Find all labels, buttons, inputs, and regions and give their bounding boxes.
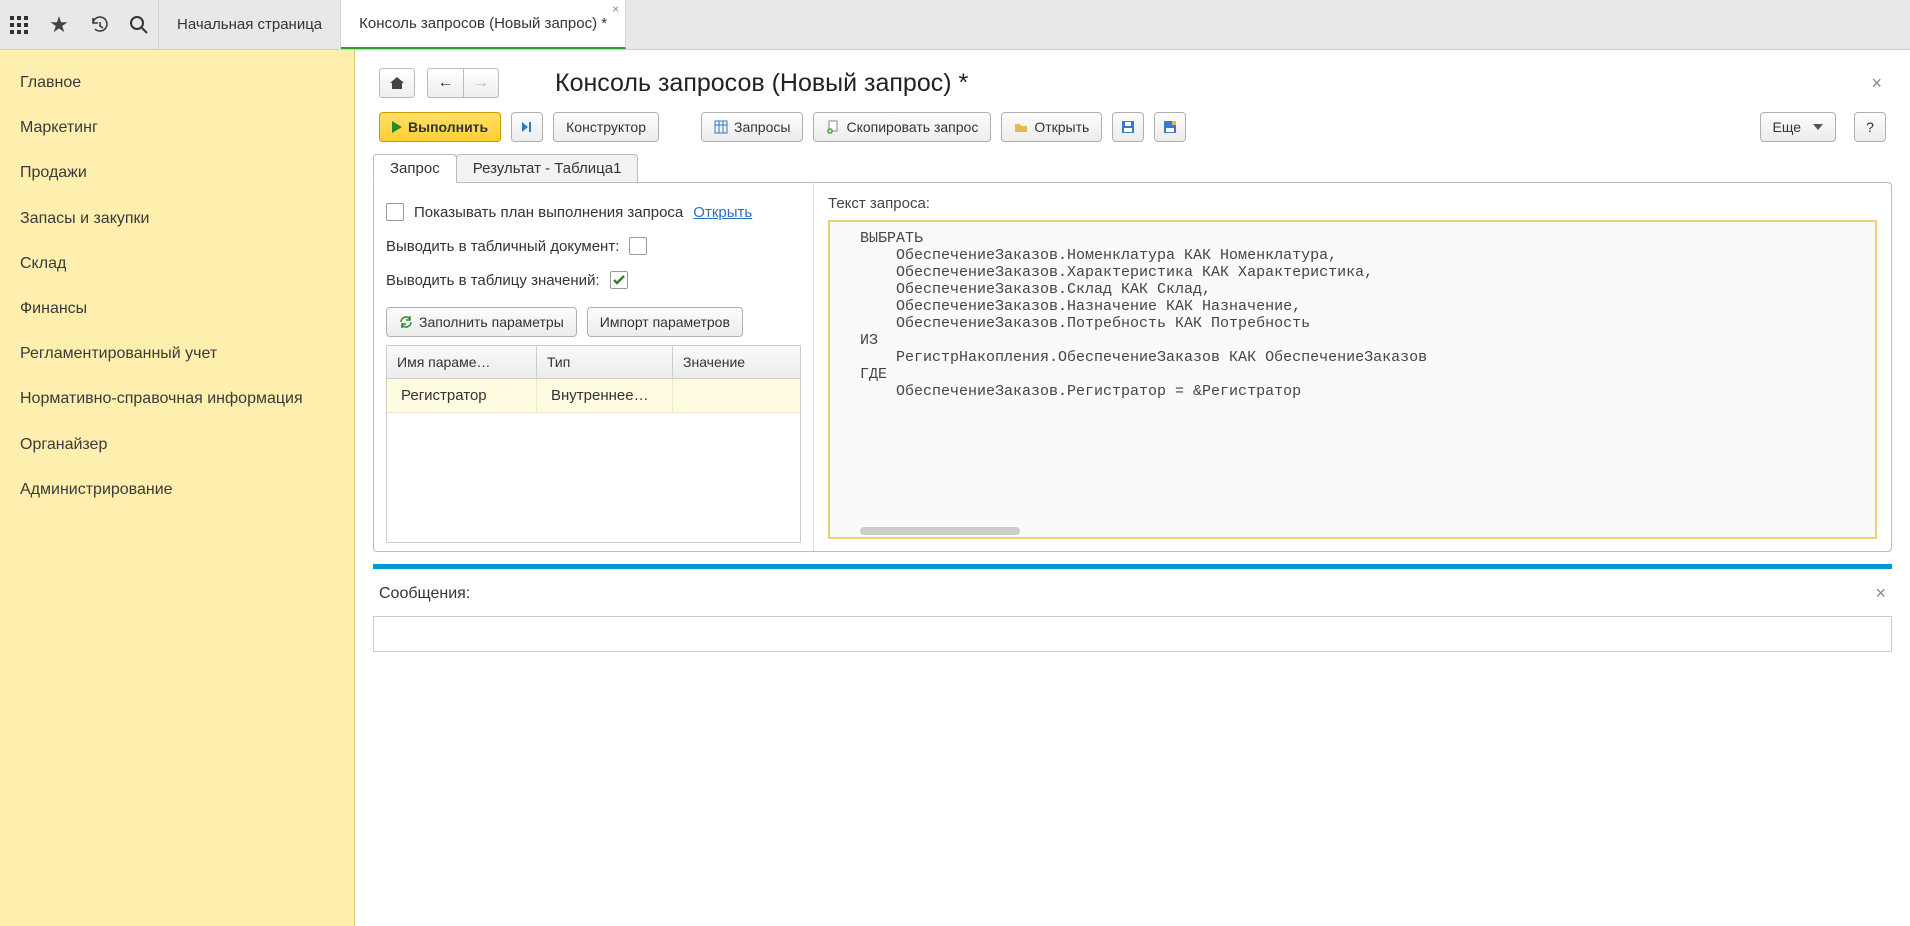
nav-group: ← → <box>427 68 499 98</box>
constructor-label: Конструктор <box>566 119 646 135</box>
page-close-icon[interactable]: × <box>1871 73 1886 94</box>
sidebar-item-purchasing[interactable]: Запасы и закупки <box>0 196 354 241</box>
sidebar: Главное Маркетинг Продажи Запасы и закуп… <box>0 50 355 926</box>
top-toolbar: ★ Начальная страница Консоль запросов (Н… <box>0 0 1910 50</box>
param-col-value[interactable]: Значение <box>673 346 800 378</box>
subtabs: Запрос Результат - Таблица1 <box>355 154 1910 183</box>
copy-query-label: Скопировать запрос <box>846 119 978 135</box>
chevron-down-icon <box>1813 124 1823 130</box>
help-button[interactable]: ? <box>1854 112 1886 142</box>
output-doc-checkbox[interactable] <box>629 237 647 255</box>
left-panel: Показывать план выполнения запроса Откры… <box>374 183 814 551</box>
sidebar-item-sales[interactable]: Продажи <box>0 150 354 195</box>
tab-label: Начальная страница <box>177 16 322 33</box>
param-col-name[interactable]: Имя параме… <box>387 346 537 378</box>
history-icon[interactable] <box>88 14 110 36</box>
sidebar-item-organizer[interactable]: Органайзер <box>0 422 354 467</box>
splitter[interactable] <box>373 564 1892 569</box>
subtab-result[interactable]: Результат - Таблица1 <box>456 154 639 183</box>
show-plan-row: Показывать план выполнения запроса Откры… <box>386 195 801 229</box>
tab-label: Консоль запросов (Новый запрос) * <box>359 15 607 32</box>
apps-icon[interactable] <box>8 14 30 36</box>
show-plan-label: Показывать план выполнения запроса <box>414 204 683 221</box>
table-icon <box>714 120 728 134</box>
output-table-label: Выводить в таблицу значений: <box>386 272 600 289</box>
messages-label: Сообщения: <box>379 585 470 603</box>
open-plan-link[interactable]: Открыть <box>693 204 752 221</box>
subtab-query[interactable]: Запрос <box>373 154 457 183</box>
more-label: Еще <box>1773 119 1802 135</box>
sidebar-item-admin[interactable]: Администрирование <box>0 467 354 512</box>
param-table: Имя параме… Тип Значение Регистратор Вну… <box>386 345 801 543</box>
diskette-icon <box>1121 120 1135 134</box>
main-area: ← → Консоль запросов (Новый запрос) * × … <box>355 50 1910 926</box>
param-table-body: Регистратор Внутреннее… <box>387 379 800 542</box>
execute-label: Выполнить <box>408 119 488 135</box>
header-row: ← → Консоль запросов (Новый запрос) * × <box>355 50 1910 108</box>
import-params-button[interactable]: Импорт параметров <box>587 307 743 337</box>
home-button[interactable] <box>379 68 415 98</box>
sidebar-item-main[interactable]: Главное <box>0 60 354 105</box>
open-label: Открыть <box>1034 119 1089 135</box>
param-name-cell[interactable]: Регистратор <box>387 379 537 412</box>
messages-close-icon[interactable]: × <box>1875 583 1886 604</box>
more-button[interactable]: Еще <box>1760 112 1837 142</box>
query-text-body: ВЫБРАТЬ ОбеспечениеЗаказов.Номенклатура … <box>860 230 1427 400</box>
show-plan-checkbox[interactable] <box>386 203 404 221</box>
table-row[interactable]: Регистратор Внутреннее… <box>387 379 800 413</box>
param-col-type[interactable]: Тип <box>537 346 673 378</box>
sidebar-item-reference[interactable]: Нормативно-справочная информация <box>0 376 354 421</box>
output-doc-label: Выводить в табличный документ: <box>386 238 619 255</box>
back-button[interactable]: ← <box>427 68 463 98</box>
right-panel: Текст запроса: ВЫБРАТЬ ОбеспечениеЗаказо… <box>814 183 1891 551</box>
sidebar-item-marketing[interactable]: Маркетинг <box>0 105 354 150</box>
queries-button[interactable]: Запросы <box>701 112 803 142</box>
play-icon <box>392 121 402 133</box>
copy-icon <box>826 120 840 134</box>
fill-params-button[interactable]: Заполнить параметры <box>386 307 577 337</box>
fill-params-label: Заполнить параметры <box>419 314 564 330</box>
sidebar-item-regulated[interactable]: Регламентированный учет <box>0 331 354 376</box>
sidebar-item-warehouse[interactable]: Склад <box>0 241 354 286</box>
action-toolbar: Выполнить Конструктор Запросы Скопироват… <box>355 108 1910 154</box>
tab-start-page[interactable]: Начальная страница <box>159 0 341 49</box>
h-scrollbar[interactable] <box>860 527 1020 535</box>
sidebar-item-finance[interactable]: Финансы <box>0 286 354 331</box>
queries-label: Запросы <box>734 119 790 135</box>
param-type-cell[interactable]: Внутреннее… <box>537 379 673 412</box>
folder-icon <box>1014 120 1028 134</box>
output-doc-row: Выводить в табличный документ: <box>386 229 801 263</box>
import-params-label: Импорт параметров <box>600 314 730 330</box>
open-button[interactable]: Открыть <box>1001 112 1102 142</box>
param-table-header: Имя параме… Тип Значение <box>387 346 800 379</box>
top-tabs: Начальная страница Консоль запросов (Нов… <box>159 0 626 49</box>
param-value-cell[interactable] <box>673 379 800 412</box>
diskette-alt-icon <box>1163 120 1177 134</box>
query-panel: Показывать план выполнения запроса Откры… <box>373 182 1892 552</box>
execute-button[interactable]: Выполнить <box>379 112 501 142</box>
save-button[interactable] <box>1112 112 1144 142</box>
copy-query-button[interactable]: Скопировать запрос <box>813 112 991 142</box>
refresh-icon <box>399 315 413 329</box>
page-title: Консоль запросов (Новый запрос) * <box>555 69 968 98</box>
top-icon-group: ★ <box>0 0 159 49</box>
query-text-label: Текст запроса: <box>828 195 1877 212</box>
search-icon[interactable] <box>128 14 150 36</box>
messages-header: Сообщения: × <box>355 577 1910 610</box>
forward-button[interactable]: → <box>463 68 499 98</box>
output-table-checkbox[interactable] <box>610 271 628 289</box>
help-label: ? <box>1866 119 1874 135</box>
star-icon[interactable]: ★ <box>48 14 70 36</box>
close-icon[interactable]: × <box>612 2 619 16</box>
tab-query-console[interactable]: Консоль запросов (Новый запрос) * × <box>341 0 626 49</box>
step-button[interactable] <box>511 112 543 142</box>
constructor-button[interactable]: Конструктор <box>553 112 659 142</box>
output-table-row: Выводить в таблицу значений: <box>386 263 801 297</box>
save-as-button[interactable] <box>1154 112 1186 142</box>
param-buttons: Заполнить параметры Импорт параметров <box>386 297 801 345</box>
messages-area[interactable] <box>373 616 1892 652</box>
query-text-editor[interactable]: ВЫБРАТЬ ОбеспечениеЗаказов.Номенклатура … <box>828 220 1877 539</box>
